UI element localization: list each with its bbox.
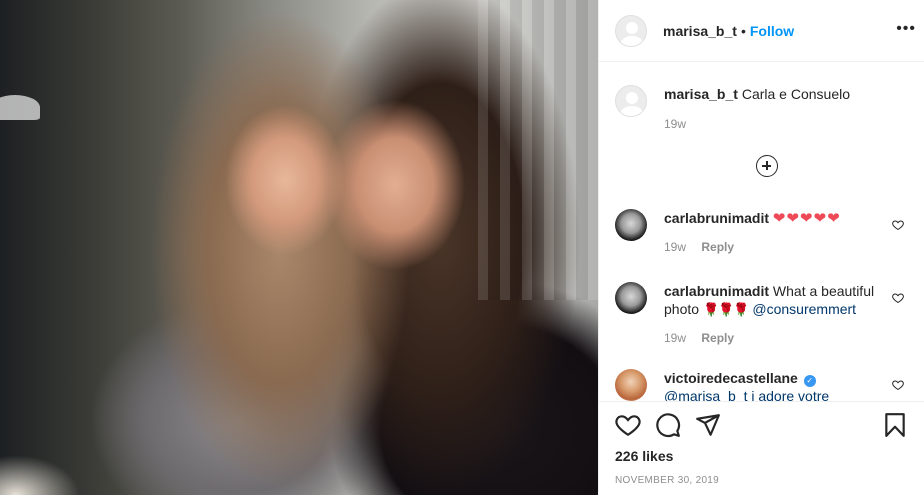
comment-text: @marisa_b_t j adore votre <box>664 388 830 401</box>
caption-username[interactable]: marisa_b_t <box>664 86 738 102</box>
reply-button[interactable]: Reply <box>701 331 734 345</box>
load-more-comments-button[interactable] <box>756 155 778 177</box>
caption-row: marisa_b_t Carla e Consuelo 19w <box>615 85 908 133</box>
comment-mention[interactable]: @consuremmert <box>752 301 856 317</box>
rose-emoji: 🌹🌹🌹 <box>702 302 750 317</box>
background-table-light <box>0 455 80 495</box>
reply-button[interactable]: Reply <box>701 240 734 254</box>
comment-body: victoiredecastellane ✓ @marisa_b_t j ado… <box>664 369 908 401</box>
comment-meta: 19w Reply <box>664 329 908 347</box>
comment-username[interactable]: carlabrunimadit <box>664 210 769 226</box>
post-actions: 226 likes NOVEMBER 30, 2019 <box>599 401 924 495</box>
follow-button[interactable]: Follow <box>750 23 794 39</box>
like-comment-icon[interactable] <box>892 292 904 304</box>
action-icons <box>615 412 908 442</box>
post-photo[interactable] <box>0 0 598 495</box>
avatar[interactable] <box>615 282 647 314</box>
comment-username[interactable]: victoiredecastellane <box>664 370 798 386</box>
post-date[interactable]: NOVEMBER 30, 2019 <box>615 475 719 486</box>
avatar[interactable] <box>615 85 647 117</box>
background-lamp <box>0 95 40 120</box>
avatar[interactable] <box>615 209 647 241</box>
comment-row: victoiredecastellane ✓ @marisa_b_t j ado… <box>615 369 908 401</box>
bookmark-icon[interactable] <box>882 412 908 438</box>
avatar[interactable] <box>615 369 647 401</box>
comment-body: carlabrunimadit ❤❤❤❤❤ 19w Reply <box>664 209 908 256</box>
comment-time[interactable]: 19w <box>664 331 686 345</box>
likes-count[interactable]: 226 likes <box>615 448 673 464</box>
post-header: marisa_b_t • Follow ••• <box>599 0 924 62</box>
comments-list[interactable]: marisa_b_t Carla e Consuelo 19w carlabru… <box>599 63 924 401</box>
comment-text: ❤❤❤❤❤ <box>772 210 841 227</box>
background-curtain <box>478 0 598 300</box>
like-comment-icon[interactable] <box>892 219 904 231</box>
header-separator: • <box>740 22 746 39</box>
share-icon[interactable] <box>695 412 721 438</box>
comment-icon[interactable] <box>655 412 681 438</box>
header-username[interactable]: marisa_b_t <box>663 23 737 39</box>
comment-body: carlabrunimadit What a beautiful photo 🌹… <box>664 282 908 347</box>
comment-meta: 19w Reply <box>664 238 908 256</box>
heart-icon[interactable] <box>615 412 641 438</box>
verified-badge-icon: ✓ <box>803 375 816 387</box>
comment-time[interactable]: 19w <box>664 240 686 254</box>
comment-row: carlabrunimadit ❤❤❤❤❤ 19w Reply <box>615 209 908 256</box>
comment-username[interactable]: carlabrunimadit <box>664 283 769 299</box>
caption-body: marisa_b_t Carla e Consuelo 19w <box>664 85 908 133</box>
caption-text: Carla e Consuelo <box>741 86 850 102</box>
like-comment-icon[interactable] <box>892 379 904 391</box>
more-icon[interactable]: ••• <box>896 20 916 38</box>
avatar[interactable] <box>615 14 647 47</box>
caption-time[interactable]: 19w <box>664 117 686 131</box>
post-side-panel: marisa_b_t • Follow ••• marisa_b_t Carla… <box>598 0 924 495</box>
comment-row: carlabrunimadit What a beautiful photo 🌹… <box>615 282 908 347</box>
caption-meta: 19w <box>664 115 908 133</box>
